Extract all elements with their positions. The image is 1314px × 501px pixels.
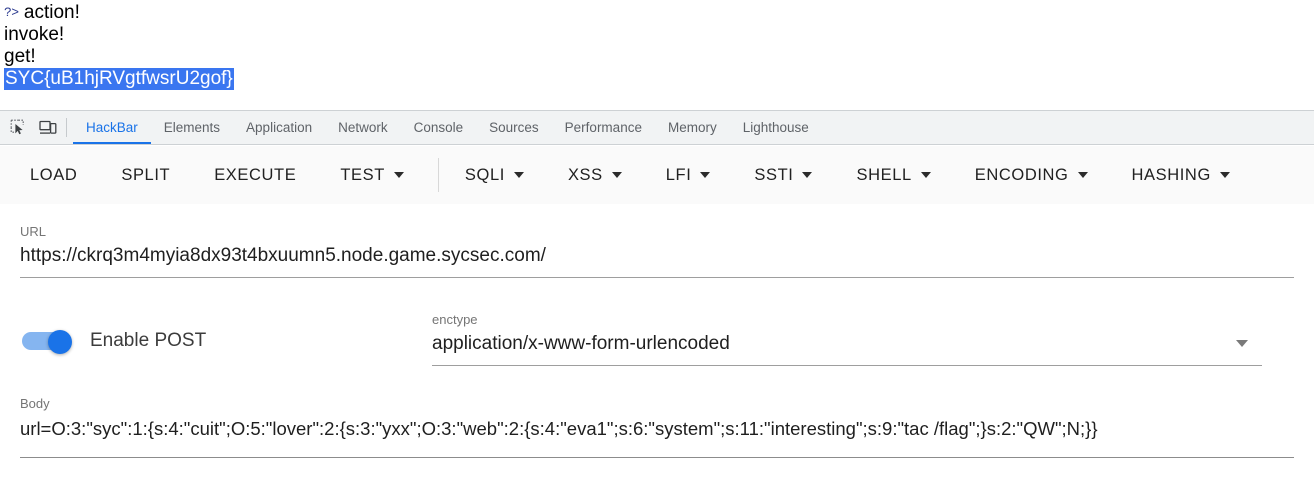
- output-line-invoke: invoke!: [4, 24, 1314, 46]
- toolbar-divider: [438, 158, 439, 192]
- tab-performance[interactable]: Performance: [552, 111, 655, 144]
- body-field[interactable]: Body url=O:3:"syc":1:{s:4:"cuit";O:5:"lo…: [20, 396, 1294, 458]
- enable-post-label: Enable POST: [90, 330, 206, 352]
- hackbar-toolbar: LOAD SPLIT EXECUTE TEST SQLI XSS LFI SST…: [0, 146, 1314, 204]
- chevron-down-icon: [514, 172, 524, 178]
- hashing-menu-label: HASHING: [1132, 166, 1211, 185]
- chevron-down-icon: [394, 172, 404, 178]
- url-field-label: URL: [20, 224, 1294, 240]
- lfi-menu-button[interactable]: LFI: [666, 160, 711, 191]
- xss-menu-button[interactable]: XSS: [568, 160, 622, 191]
- tab-sources[interactable]: Sources: [476, 111, 552, 144]
- enable-post-toggle[interactable]: [22, 330, 72, 352]
- hashing-menu-button[interactable]: HASHING: [1132, 160, 1230, 191]
- execute-button-label: EXECUTE: [214, 166, 296, 185]
- tab-lighthouse[interactable]: Lighthouse: [730, 111, 822, 144]
- url-field[interactable]: URL https://ckrq3m4myia8dx93t4bxuumn5.no…: [20, 224, 1294, 278]
- hackbar-form: URL https://ckrq3m4myia8dx93t4bxuumn5.no…: [0, 204, 1314, 501]
- devtools-tabs: HackBar Elements Application Network Con…: [73, 111, 822, 144]
- chevron-down-icon: [1078, 172, 1088, 178]
- ssti-menu-button[interactable]: SSTI: [754, 160, 812, 191]
- chevron-down-icon: [802, 172, 812, 178]
- tab-memory[interactable]: Memory: [655, 111, 730, 144]
- device-toolbar-icon[interactable]: [38, 118, 58, 138]
- tab-network[interactable]: Network: [325, 111, 401, 144]
- chevron-down-icon: [612, 172, 622, 178]
- body-input[interactable]: url=O:3:"syc":1:{s:4:"cuit";O:5:"lover":…: [20, 412, 1294, 443]
- tab-application[interactable]: Application: [233, 111, 325, 144]
- test-menu-button[interactable]: TEST: [340, 160, 404, 191]
- hackbar-devtools-screen: ?> action! invoke! get! SYC{uB1hjRVgtfws…: [0, 0, 1314, 501]
- tab-hackbar[interactable]: HackBar: [73, 111, 151, 144]
- output-line-flag: SYC{uB1hjRVgtfwsrU2gof}: [4, 68, 1314, 90]
- execute-button[interactable]: EXECUTE: [214, 160, 296, 191]
- load-button-label: LOAD: [30, 166, 77, 185]
- output-line-get: get!: [4, 46, 1314, 68]
- shell-menu-button[interactable]: SHELL: [856, 160, 930, 191]
- php-close-tag-glyph: ?>: [4, 5, 19, 20]
- tab-console[interactable]: Console: [401, 111, 477, 144]
- output-line-action-text: action!: [24, 2, 80, 23]
- output-line-action: ?> action!: [4, 2, 1314, 24]
- enctype-field-underline: [432, 365, 1262, 366]
- tab-elements[interactable]: Elements: [151, 111, 233, 144]
- toggle-knob: [48, 330, 72, 354]
- sqli-menu-button[interactable]: SQLI: [465, 160, 524, 191]
- flag-text-selected: SYC{uB1hjRVgtfwsrU2gof}: [4, 68, 234, 90]
- split-button[interactable]: SPLIT: [121, 160, 170, 191]
- test-menu-label: TEST: [340, 166, 385, 185]
- body-field-underline: [20, 457, 1294, 458]
- encoding-menu-button[interactable]: ENCODING: [975, 160, 1088, 191]
- inspect-element-icon[interactable]: [8, 118, 28, 138]
- xss-menu-label: XSS: [568, 166, 603, 185]
- lfi-menu-label: LFI: [666, 166, 692, 185]
- devtools-icon-divider: [66, 118, 67, 137]
- chevron-down-icon[interactable]: [1236, 340, 1248, 347]
- enable-post-row[interactable]: Enable POST: [22, 330, 206, 352]
- enctype-select-value[interactable]: application/x-www-form-urlencoded: [432, 328, 1262, 358]
- devtools-tab-bar: HackBar Elements Application Network Con…: [0, 110, 1314, 145]
- enctype-field[interactable]: enctype application/x-www-form-urlencode…: [432, 312, 1262, 366]
- shell-menu-label: SHELL: [856, 166, 911, 185]
- load-button[interactable]: LOAD: [30, 160, 77, 191]
- chevron-down-icon: [1220, 172, 1230, 178]
- chevron-down-icon: [700, 172, 710, 178]
- url-input[interactable]: https://ckrq3m4myia8dx93t4bxuumn5.node.g…: [20, 240, 1294, 270]
- encoding-menu-label: ENCODING: [975, 166, 1069, 185]
- chevron-down-icon: [921, 172, 931, 178]
- devtools-icon-group: [0, 111, 64, 144]
- ssti-menu-label: SSTI: [754, 166, 793, 185]
- page-output-area: ?> action! invoke! get! SYC{uB1hjRVgtfws…: [0, 0, 1314, 90]
- sqli-menu-label: SQLI: [465, 166, 505, 185]
- body-field-label: Body: [20, 396, 1294, 412]
- split-button-label: SPLIT: [121, 166, 170, 185]
- url-field-underline: [20, 277, 1294, 278]
- enctype-field-label: enctype: [432, 312, 1262, 328]
